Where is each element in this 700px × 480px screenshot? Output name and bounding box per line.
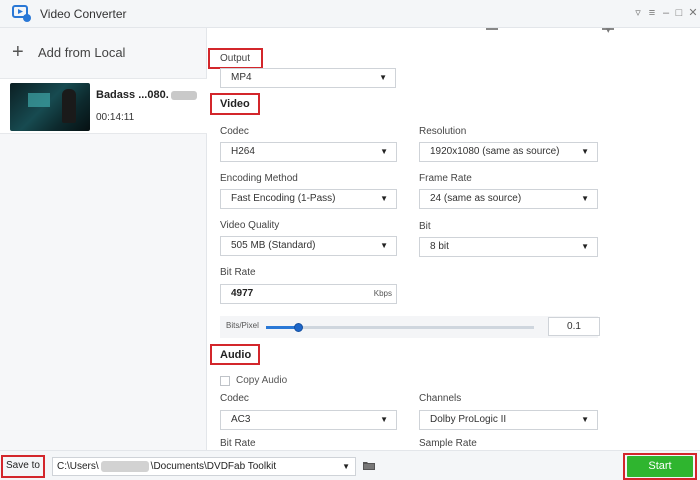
pin-icon[interactable]: ▿ bbox=[631, 6, 645, 20]
caret-down-icon: ▼ bbox=[380, 241, 388, 250]
bit-depth-value: 8 bit bbox=[430, 241, 449, 252]
channels-value: Dolby ProLogic II bbox=[430, 414, 507, 425]
bit-rate-label: Bit Rate bbox=[220, 267, 256, 278]
bottom-bar: Save to C:\Users\ \Documents\DVDFab Toolk… bbox=[0, 450, 700, 480]
bits-pixel-slider[interactable] bbox=[266, 323, 534, 332]
file-name: Badass ...080. bbox=[96, 89, 169, 101]
video-thumbnail bbox=[10, 83, 90, 131]
encoding-method-value: Fast Encoding (1-Pass) bbox=[231, 193, 336, 204]
bits-pixel-row: Bits/Pixel 0.1 bbox=[220, 316, 600, 338]
video-codec-label: Codec bbox=[220, 126, 249, 137]
video-quality-value: 505 MB (Standard) bbox=[231, 240, 316, 251]
bit-depth-select[interactable]: 8 bit ▼ bbox=[419, 237, 598, 257]
add-from-local-button[interactable]: + Add from Local bbox=[12, 41, 126, 63]
close-icon[interactable]: ✕ bbox=[686, 6, 700, 20]
caret-down-icon: ▼ bbox=[380, 415, 388, 424]
plus-icon: + bbox=[12, 41, 24, 63]
redacted-text bbox=[100, 460, 149, 472]
encoding-method-select[interactable]: Fast Encoding (1-Pass) ▼ bbox=[220, 189, 397, 209]
video-quality-select[interactable]: 505 MB (Standard) ▼ bbox=[220, 236, 397, 256]
frame-rate-label: Frame Rate bbox=[419, 173, 472, 184]
audio-bit-rate-label: Bit Rate bbox=[220, 438, 256, 449]
minimize-icon[interactable]: – bbox=[659, 6, 673, 20]
caret-down-icon: ▼ bbox=[581, 415, 589, 424]
copy-audio-checkbox[interactable] bbox=[220, 376, 230, 386]
copy-audio-label: Copy Audio bbox=[236, 375, 288, 386]
encoding-method-label: Encoding Method bbox=[220, 173, 298, 184]
bits-pixel-input[interactable]: 0.1 bbox=[548, 317, 600, 336]
bit-rate-unit: Kbps bbox=[373, 289, 392, 298]
output-label: Output bbox=[220, 53, 251, 64]
resolution-value: 1920x1080 (same as source) bbox=[430, 146, 560, 157]
output-path-select[interactable]: C:\Users\ \Documents\DVDFab Toolkit ▼ bbox=[52, 457, 356, 476]
start-button[interactable]: Start bbox=[627, 456, 693, 477]
caret-down-icon: ▼ bbox=[379, 73, 387, 82]
save-to-label: Save to bbox=[6, 460, 40, 471]
frame-rate-value: 24 (same as source) bbox=[430, 193, 522, 204]
output-format-value: MP4 bbox=[231, 72, 252, 83]
audio-codec-value: AC3 bbox=[231, 414, 251, 425]
caret-down-icon: ▼ bbox=[342, 462, 350, 471]
path-end: \Documents\DVDFab Toolkit bbox=[150, 461, 277, 472]
maximize-icon[interactable]: □ bbox=[672, 6, 686, 20]
file-duration: 00:14:11 bbox=[96, 112, 135, 123]
sample-rate-label: Sample Rate bbox=[419, 438, 477, 449]
bit-rate-value: 4977 bbox=[231, 288, 254, 299]
bit-label: Bit bbox=[419, 221, 431, 232]
channels-select[interactable]: Dolby ProLogic II ▼ bbox=[419, 410, 598, 430]
chevron-down-icon: ▾ bbox=[606, 28, 611, 35]
channels-label: Channels bbox=[419, 393, 462, 404]
resolution-select[interactable]: 1920x1080 (same as source) ▼ bbox=[419, 142, 598, 162]
bit-rate-input[interactable]: 4977 Kbps bbox=[220, 284, 397, 304]
caret-down-icon: ▼ bbox=[581, 194, 589, 203]
caret-down-icon: ▼ bbox=[581, 242, 589, 251]
video-converter-icon bbox=[12, 5, 31, 22]
audio-codec-select[interactable]: AC3 ▼ bbox=[220, 410, 397, 430]
video-heading: Video bbox=[220, 98, 250, 110]
bits-pixel-label: Bits/Pixel bbox=[226, 321, 259, 330]
audio-codec-label: Codec bbox=[220, 393, 249, 404]
redacted-text bbox=[170, 90, 197, 100]
add-from-local-label: Add from Local bbox=[38, 44, 126, 60]
video-quality-label: Video Quality bbox=[220, 220, 280, 231]
path-start: C:\Users\ bbox=[57, 461, 99, 472]
title-bar: Video Converter ▿ ≡ – □ ✕ bbox=[0, 0, 700, 28]
menu-icon[interactable]: ≡ bbox=[645, 6, 659, 20]
caret-down-icon: ▼ bbox=[380, 194, 388, 203]
file-item[interactable]: Badass ...080. 00:14:11 bbox=[0, 78, 207, 134]
video-codec-value: H264 bbox=[231, 146, 255, 157]
video-codec-select[interactable]: H264 ▼ bbox=[220, 142, 397, 162]
resolution-label: Resolution bbox=[419, 126, 467, 137]
folder-icon[interactable] bbox=[363, 461, 375, 470]
slider-thumb[interactable] bbox=[294, 323, 303, 332]
divider bbox=[486, 28, 498, 30]
caret-down-icon: ▼ bbox=[581, 147, 589, 156]
audio-heading: Audio bbox=[220, 349, 252, 361]
file-list-pane: + Add from Local Badass ...080. 00:14:11 bbox=[0, 28, 207, 450]
output-format-select[interactable]: MP4 ▼ bbox=[220, 68, 396, 88]
caret-down-icon: ▼ bbox=[380, 147, 388, 156]
frame-rate-select[interactable]: 24 (same as source) ▼ bbox=[419, 189, 598, 209]
window-title: Video Converter bbox=[40, 7, 127, 21]
settings-pane: ▾ Output MP4 ▼ Video Codec H264 ▼ Resolu… bbox=[208, 28, 700, 450]
